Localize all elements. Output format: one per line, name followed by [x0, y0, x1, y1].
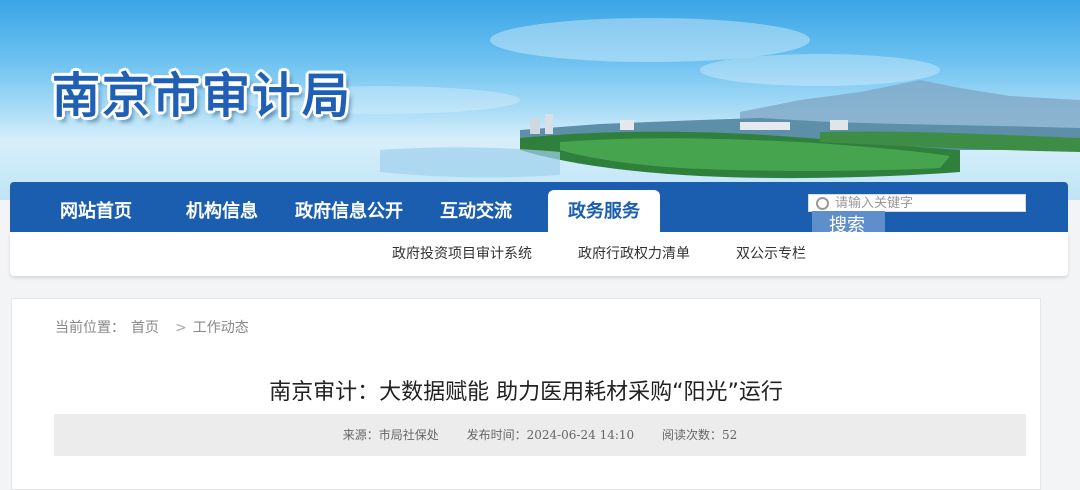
search-button[interactable]: 搜索	[812, 211, 885, 232]
nav-home[interactable]: 网站首页	[60, 182, 132, 232]
article-meta: 来源：市局社保处 发布时间：2024-06-24 14:10 阅读次数：52	[54, 414, 1026, 456]
subnav-double-publicity[interactable]: 双公示专栏	[736, 232, 806, 276]
sub-nav: 政府投资项目审计系统 政府行政权力清单 双公示专栏	[10, 232, 1068, 276]
site-title: 南京市审计局	[52, 68, 353, 124]
article-view-count: 阅读次数：52	[661, 428, 738, 442]
breadcrumb-work-news[interactable]: 工作动态	[193, 320, 249, 336]
article-panel: 当前位置： 首页 > 工作动态 南京审计：大数据赋能 助力医用耗材采购“阳光”运行 来…	[11, 298, 1041, 490]
article-title: 南京审计：大数据赋能 助力医用耗材采购“阳光”运行	[269, 380, 783, 405]
search-box	[808, 194, 1026, 212]
nav-organization[interactable]: 机构信息	[186, 182, 258, 232]
chevron-right-icon: >	[175, 320, 187, 336]
search-input[interactable]	[835, 195, 1020, 211]
nav-interaction[interactable]: 互动交流	[440, 182, 512, 232]
breadcrumb-prefix: 当前位置：	[55, 320, 125, 336]
subnav-power-list[interactable]: 政府行政权力清单	[578, 232, 690, 276]
article-publish-time: 发布时间：2024-06-24 14:10	[466, 428, 635, 442]
subnav-investment-audit-system[interactable]: 政府投资项目审计系统	[392, 232, 532, 276]
breadcrumb-home[interactable]: 首页	[131, 320, 159, 336]
header-banner: 南京市审计局	[0, 0, 1080, 200]
search-icon	[816, 197, 829, 210]
breadcrumb: 当前位置： 首页 > 工作动态	[55, 317, 255, 337]
nav-gov-info-disclosure[interactable]: 政府信息公开	[295, 182, 403, 232]
article-source: 来源：市局社保处	[342, 428, 439, 442]
nav-gov-services[interactable]: 政务服务	[548, 190, 660, 232]
